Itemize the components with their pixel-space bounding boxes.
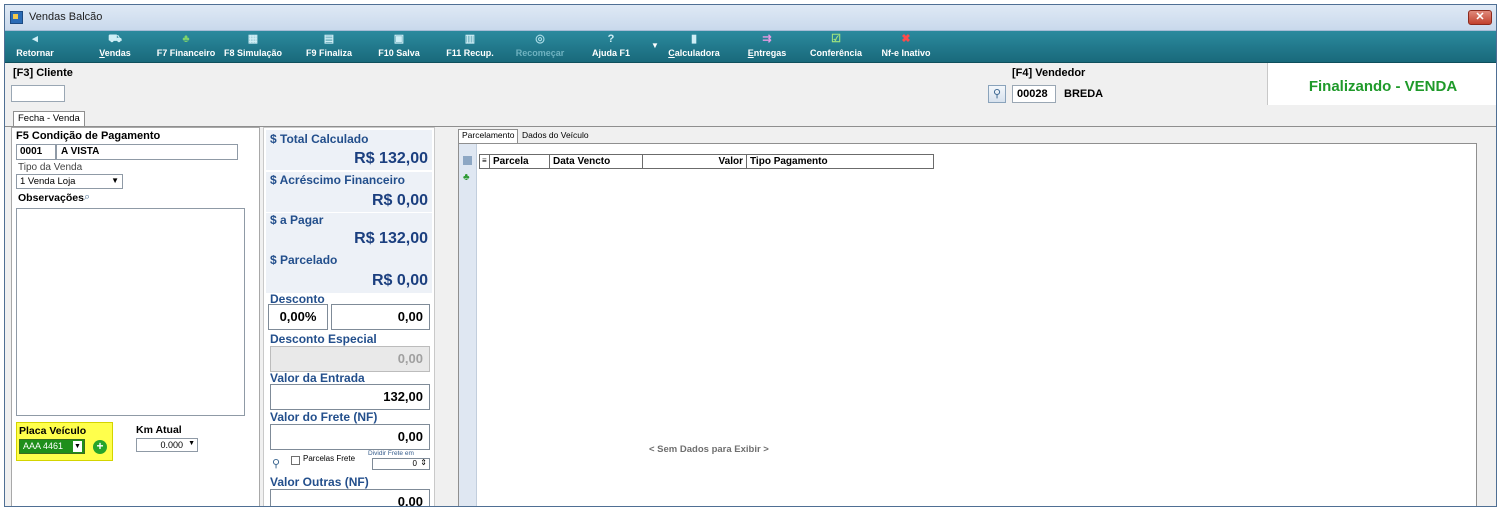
frete-label: Valor do Frete (NF) [270,410,378,424]
empty-grid-message: < Sem Dados para Exibir > [649,444,769,455]
recommerce-icon: ◎ [535,33,545,45]
delivery-icon: ⇉ [762,33,772,45]
vendedor-code-input[interactable]: 00028 [1012,85,1056,103]
close-button[interactable]: ✕ [1468,10,1492,25]
calc-grid-icon: ▦ [247,33,259,45]
tab-parcelamento[interactable]: Parcelamento [458,129,519,143]
totals-panel: $ Total Calculado R$ 132,00 $ Acréscimo … [263,127,435,506]
placa-select[interactable]: AAA 4461 ▼ [19,439,85,454]
recomecar-button[interactable]: ◎ Recomeçar [512,31,568,63]
column-data-vencto[interactable]: Data Vencto [550,155,643,168]
desconto-percent-input[interactable]: 0,00% [268,304,328,330]
nfe-x-icon: ✖ [901,33,911,45]
column-valor[interactable]: Valor [643,155,747,168]
nfe-inativo-button[interactable]: ✖ Nf-e Inativo [878,31,934,63]
frete-input[interactable]: 0,00 [270,424,430,450]
condicao-desc-input[interactable]: A VISTA [56,144,238,160]
tipo-venda-label: Tipo da Venda [18,162,83,173]
magnifier-icon[interactable]: ⌕ [84,191,97,204]
status-text: Finalizando - VENDA [1308,78,1458,95]
calculator-icon: ▮ [690,33,698,45]
grid-gutter: ♣ [459,144,477,506]
recup-button[interactable]: ▥ F11 Recup. [442,31,498,63]
apagar-label: $ a Pagar [270,213,324,227]
tipo-venda-select[interactable]: 1 Venda Loja ▼ [16,174,123,189]
simulacao-button[interactable]: ▦ F8 Simulação [218,31,288,63]
parcelado-label: $ Parcelado [270,253,338,267]
entrada-label: Valor da Entrada [270,371,365,385]
total-label: $ Total Calculado [270,132,369,146]
conferencia-button[interactable]: ☑ Conferência [807,31,865,63]
chevron-down-icon: ▼ [73,441,82,452]
recover-icon: ▥ [464,33,476,45]
placa-veiculo-group: Placa Veículo AAA 4461 ▼ + [16,422,113,461]
app-icon [10,11,23,24]
add-placa-icon[interactable]: + [93,440,107,454]
dropdown-arrow-icon[interactable]: ▼ [651,41,659,50]
acrescimo-value: R$ 0,00 [371,192,428,209]
grid-header: ≡ Parcela Data Vencto Valor Tipo Pagamen… [479,154,934,169]
status-panel: Finalizando - VENDA [1267,63,1496,105]
title-bar: Vendas Balcão ✕ [5,5,1496,31]
column-parcela[interactable]: Parcela [490,155,550,168]
observacoes-textarea[interactable] [16,208,245,416]
retornar-button[interactable]: ◂ Retornar [13,31,57,63]
chevron-down-icon: ▼ [111,176,119,185]
main-window: Vendas Balcão ✕ ◂ Retornar ⛟ Vendas ♣ F7… [4,4,1497,507]
vendedor-label: [F4] Vendedor [1012,67,1086,79]
salva-button[interactable]: ▣ F10 Salva [375,31,423,63]
chevron-down-icon: ▼ [188,440,195,447]
km-atual-select[interactable]: 0.000 ▼ [136,438,198,452]
save-icon: ▣ [393,33,405,45]
ajuda-button[interactable]: ? Ajuda F1 [588,31,634,63]
parcelas-frete-checkbox[interactable] [291,456,300,465]
cliente-label: [F3] Cliente [13,67,73,79]
desconto-especial-input[interactable]: 0,00 [270,346,430,372]
printer-icon: ▤ [323,33,335,45]
window-title: Vendas Balcão [29,11,103,23]
entregas-button[interactable]: ⇉ Entregas [745,31,789,63]
tab-dados-veiculo[interactable]: Dados do Veículo [519,130,592,143]
acrescimo-label: $ Acréscimo Financeiro [270,173,405,187]
return-icon: ◂ [32,33,38,45]
tab-fecha-venda[interactable]: Fecha - Venda [13,111,85,127]
column-tipo-pagamento[interactable]: Tipo Pagamento [747,155,933,168]
condicao-code-input[interactable]: 0001 [16,144,56,160]
checkbox-icon: ☑ [831,33,841,45]
observacoes-label: Observações [18,192,84,204]
apagar-value: R$ 132,00 [354,230,428,247]
outras-label: Valor Outras (NF) [270,475,369,489]
toolbar: ◂ Retornar ⛟ Vendas ♣ F7 Financeiro ▦ F8… [5,31,1496,63]
help-icon: ? [607,33,615,45]
frete-lookup-icon[interactable]: ⚲ [272,457,286,471]
desconto-especial-label: Desconto Especial [270,332,377,346]
desconto-value-input[interactable]: 0,00 [331,304,430,330]
calculadora-button[interactable]: ▮ Calculadora [662,31,726,63]
spinner-icon[interactable]: ⇕ [420,458,427,467]
money-icon: ♣ [182,33,190,45]
money-bag-icon[interactable]: ♣ [463,172,470,183]
vendas-button[interactable]: ⛟ Vendas [97,31,133,63]
cart-icon: ⛟ [108,33,122,45]
parcelas-frete-label: Parcelas Frete [303,454,356,463]
column-menu-icon[interactable]: ≡ [480,155,490,168]
condicao-label: F5 Condição de Pagamento [16,130,161,142]
finaliza-button[interactable]: ▤ F9 Finaliza [302,31,356,63]
dividir-frete-stepper[interactable]: 0 ⇕ [372,458,430,470]
entrada-input[interactable]: 132,00 [270,384,430,410]
vendedor-name: BREDA [1064,88,1104,100]
dividir-frete-label: Dividir Frete em [368,450,414,457]
placa-label: Placa Veículo [19,425,87,437]
outras-input[interactable]: 0,00 [270,489,430,506]
grid-select-icon[interactable] [463,156,472,165]
cliente-input[interactable] [11,85,65,102]
vendedor-lookup-icon[interactable]: ⚲ [988,85,1006,103]
payment-panel: F5 Condição de Pagamento 0001 A VISTA Ti… [11,127,260,506]
total-value: R$ 132,00 [354,150,428,167]
parcelas-grid: ♣ ≡ Parcela Data Vencto Valor Tipo Pagam… [458,143,1477,506]
km-atual-label: Km Atual [136,424,182,436]
financeiro-button[interactable]: ♣ F7 Financeiro [155,31,217,63]
parcelado-value: R$ 0,00 [371,272,428,289]
